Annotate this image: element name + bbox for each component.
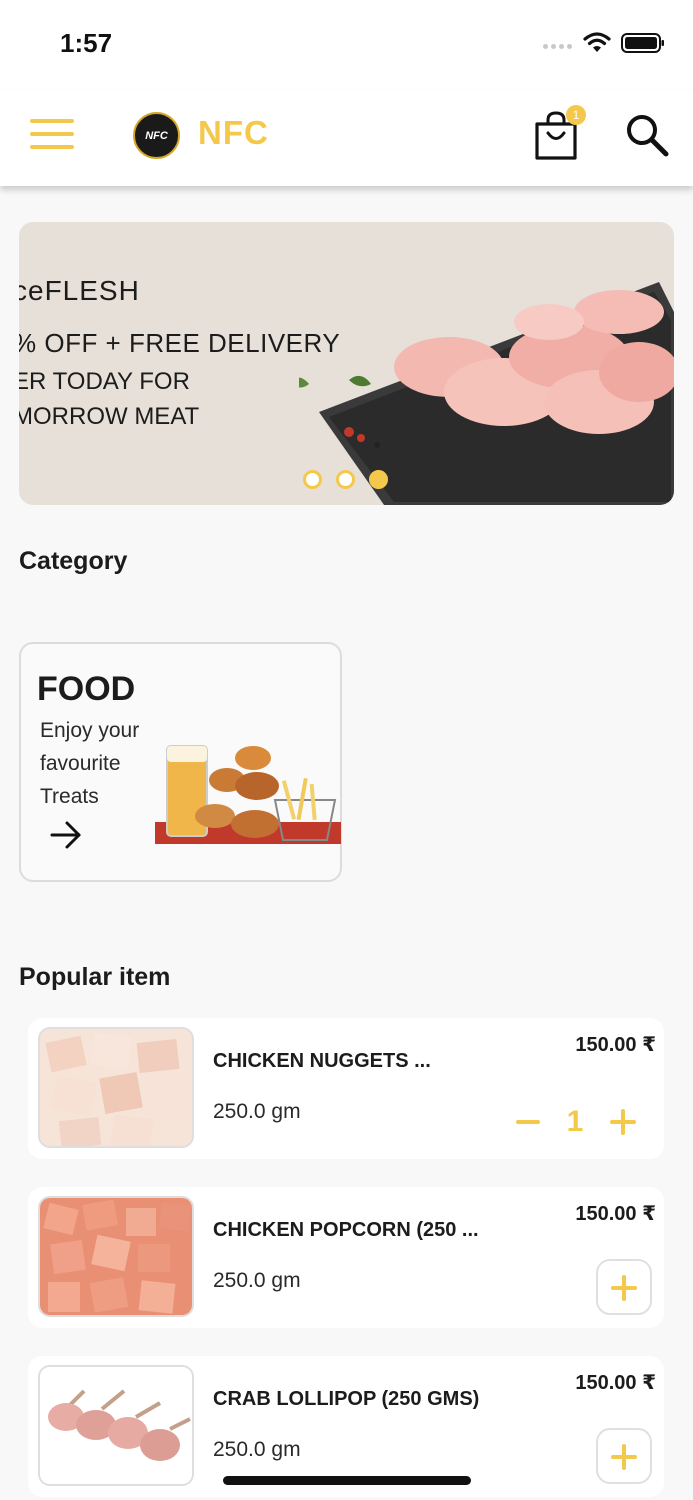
category-section-title: Category [19,547,128,575]
banner-brand-text: ceFLESH [19,275,140,306]
item-image [38,1027,194,1148]
item-price: 150.00 ₹ [575,1203,656,1225]
battery-icon [621,33,664,53]
promo-banner[interactable]: ceFLESH % OFF + FREE DELIVERY ER TODAY F… [19,222,674,505]
banner-meat-text: MORROW MEAT [19,403,200,430]
quantity-value: 1 [566,1105,584,1138]
search-icon[interactable] [624,112,670,158]
status-time: 1:57 [60,28,113,58]
carousel-dot[interactable] [303,470,322,489]
item-weight: 250.0 gm [213,1269,301,1292]
item-price: 150.00 ₹ [575,1372,656,1394]
item-name: CHICKEN NUGGETS ... [213,1050,431,1072]
raw-chicken-image [299,282,674,505]
carousel-dot-active[interactable] [369,470,388,489]
signal-icon [543,44,572,49]
food-treats-image [155,745,341,844]
banner-order-text: ER TODAY FOR [19,368,190,395]
category-card-food[interactable]: FOOD Enjoy your favourite Treats [19,642,342,882]
item-image [38,1196,194,1317]
item-name: CHICKEN POPCORN (250 ... [213,1219,479,1241]
decrease-quantity-button[interactable] [516,1120,540,1124]
carousel-indicator [303,470,388,489]
item-image [38,1365,194,1486]
status-bar: 1:57 [0,0,693,90]
item-weight: 250.0 gm [213,1438,301,1461]
arrow-right-icon[interactable] [49,820,83,850]
menu-icon[interactable] [30,119,74,149]
popular-item-card[interactable]: CHICKEN NUGGETS ... 250.0 gm 150.00 ₹ 1 [28,1018,664,1159]
wifi-icon [583,32,611,52]
popular-section-title: Popular item [19,963,171,991]
increase-quantity-button[interactable] [610,1109,636,1135]
popular-item-card[interactable]: CHICKEN POPCORN (250 ... 250.0 gm 150.00… [28,1187,664,1328]
brand-name: NFC [198,114,269,151]
add-to-cart-button[interactable] [596,1428,652,1484]
banner-offer-text: % OFF + FREE DELIVERY [19,328,341,358]
item-weight: 250.0 gm [213,1100,301,1123]
item-name: CRAB LOLLIPOP (250 GMS) [213,1388,480,1410]
home-indicator[interactable] [223,1476,471,1485]
quantity-stepper: 1 [516,1102,636,1142]
category-card-title: FOOD [37,670,136,708]
add-to-cart-button[interactable] [596,1259,652,1315]
cart-count-badge: 1 [566,105,586,125]
brand-logo: NFC [133,112,180,159]
app-header: NFC NFC 1 [0,90,693,186]
carousel-dot[interactable] [336,470,355,489]
item-price: 150.00 ₹ [575,1034,656,1056]
